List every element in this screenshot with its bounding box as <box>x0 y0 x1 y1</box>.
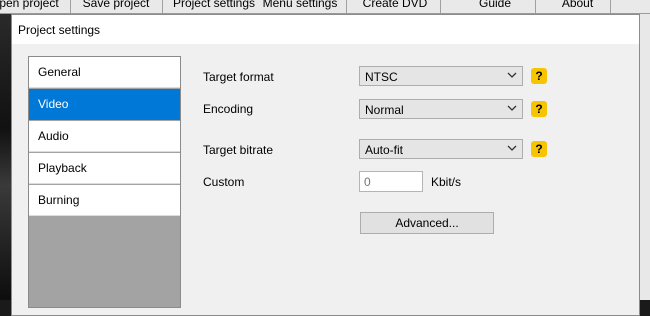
help-icon[interactable]: ? <box>531 141 547 157</box>
sidebar-item-general[interactable]: General <box>29 57 180 88</box>
dialog-titlebar[interactable]: Project settings <box>12 15 639 44</box>
menu-menu-settings[interactable]: Menu settings <box>260 0 340 12</box>
menu-open-project[interactable]: pen project <box>0 0 60 12</box>
menu-separator <box>162 0 163 13</box>
menu-about[interactable]: About <box>550 0 605 12</box>
help-icon[interactable]: ? <box>531 101 547 117</box>
target-bitrate-select[interactable]: Auto-fit <box>359 139 523 159</box>
menu-separator <box>346 0 347 13</box>
target-format-value: NTSC <box>365 70 398 84</box>
chevron-down-icon <box>507 72 517 78</box>
menu-separator <box>70 0 71 13</box>
menu-separator <box>610 0 611 13</box>
menu-project-settings[interactable]: Project settings <box>168 0 260 12</box>
settings-sidebar: General Video Audio Playback Burning <box>28 56 181 308</box>
advanced-button[interactable]: Advanced... <box>360 212 494 234</box>
chevron-down-icon <box>507 105 517 111</box>
menu-separator <box>440 0 441 13</box>
chevron-down-icon <box>507 145 517 151</box>
menu-save-project[interactable]: Save project <box>76 0 156 12</box>
target-bitrate-value: Auto-fit <box>365 143 404 157</box>
custom-bitrate-label: Custom <box>203 175 245 189</box>
menu-create-dvd[interactable]: Create DVD <box>355 0 435 12</box>
dialog-title: Project settings <box>18 23 101 37</box>
menu-separator <box>535 0 536 13</box>
encoding-select[interactable]: Normal <box>359 99 523 119</box>
encoding-label: Encoding <box>203 102 254 116</box>
custom-bitrate-input[interactable] <box>359 171 423 192</box>
help-icon[interactable]: ? <box>531 68 547 84</box>
target-format-label: Target format <box>203 70 274 84</box>
project-settings-dialog: Project settings General Video Audio Pla… <box>11 14 640 316</box>
menu-guide[interactable]: Guide <box>465 0 525 12</box>
sidebar-item-playback[interactable]: Playback <box>29 153 180 184</box>
target-format-select[interactable]: NTSC <box>359 66 523 86</box>
sidebar-item-burning[interactable]: Burning <box>29 185 180 216</box>
target-bitrate-label: Target bitrate <box>203 143 274 157</box>
sidebar-item-video[interactable]: Video <box>29 89 180 120</box>
sidebar-item-audio[interactable]: Audio <box>29 121 180 152</box>
app-menu-bar: pen project Save project Project setting… <box>0 0 650 14</box>
dialog-client-area: General Video Audio Playback Burning Tar… <box>12 44 639 315</box>
bitrate-unit-label: Kbit/s <box>431 175 462 189</box>
encoding-value: Normal <box>365 103 404 117</box>
